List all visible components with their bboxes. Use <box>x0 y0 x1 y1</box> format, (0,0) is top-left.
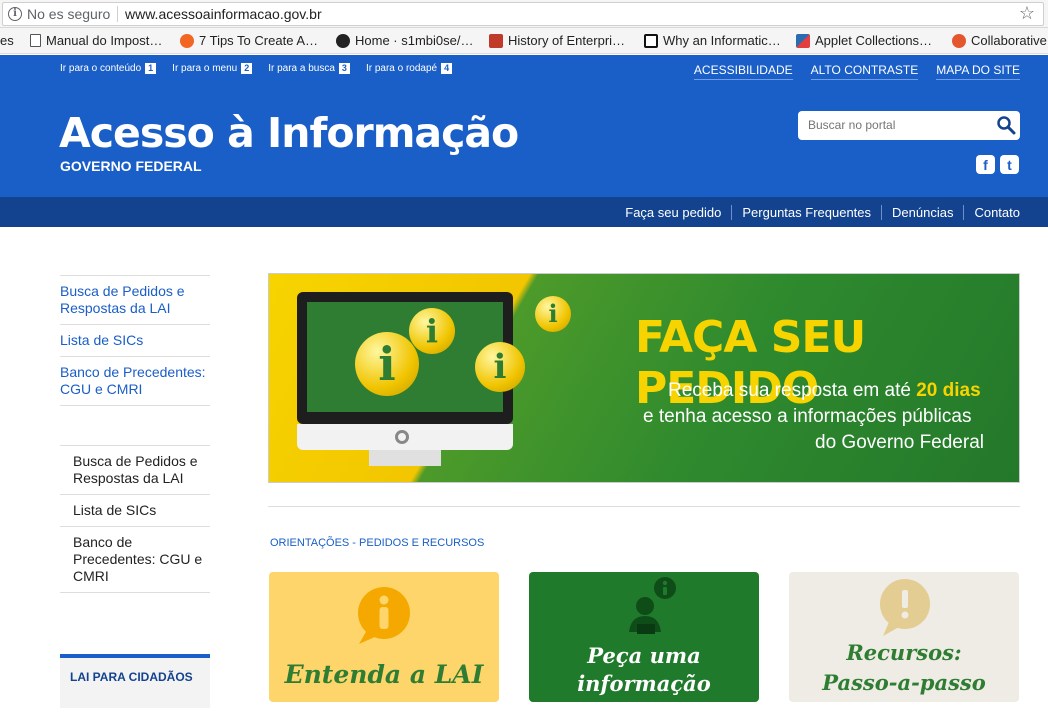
bookmark-label: Home · s1mbi0se/… <box>355 33 474 48</box>
security-status[interactable]: No es seguro <box>27 6 110 22</box>
banner-line-1: Receba sua resposta em até 20 dias <box>668 380 981 401</box>
divider <box>60 405 210 406</box>
bookmark-item[interactable]: Home · s1mbi0se/… <box>336 33 473 48</box>
sidebar-secondary: Busca de Pedidos e Respostas da LAI List… <box>60 445 210 593</box>
main-nav: Faça seu pedido Perguntas Frequentes Den… <box>0 197 1048 227</box>
twitter-icon[interactable]: t <box>1000 155 1019 174</box>
bookmarks-bar: es Manual do Impost… 7 Tips To Create A…… <box>0 28 1048 54</box>
sidebar-primary: Busca de Pedidos e Respostas da LAI List… <box>60 275 210 406</box>
browser-address-bar: i No es seguro www.acessoainformacao.gov… <box>0 0 1048 28</box>
lai-cidadaos-box[interactable]: LAI PARA CIDADÃOS <box>60 654 210 708</box>
bookmark-item[interactable]: Applet Collections… <box>796 33 932 48</box>
skip-links: Ir para o conteúdo 1 Ir para o menu 2 Ir p… <box>60 63 453 74</box>
info-bubble-icon: i <box>475 342 525 392</box>
sidebar-item-precedentes[interactable]: Banco de Precedentes: CGU e CMRI <box>60 356 210 405</box>
search-box <box>798 111 1020 140</box>
bookmark-item[interactable]: Collaborative <box>952 33 1047 48</box>
info-icon[interactable]: i <box>8 7 22 21</box>
url-text[interactable]: www.acessoainformacao.gov.br <box>125 6 322 22</box>
sidebar-item-precedentes[interactable]: Banco de Precedentes: CGU e CMRI <box>60 526 210 592</box>
bookmark-label: es <box>0 33 14 48</box>
bookmark-item[interactable]: Why an Informatic… <box>644 33 781 48</box>
divider <box>268 506 1020 507</box>
sidebar-item-sics[interactable]: Lista de SICs <box>60 324 210 356</box>
orange-face-icon <box>180 33 194 48</box>
facebook-icon[interactable]: f <box>976 155 995 174</box>
skip-link-footer[interactable]: Ir para o rodapé 4 <box>366 63 453 74</box>
accessibility-link[interactable]: ACESSIBILIDADE <box>693 63 793 80</box>
section-title: ORIENTAÇÕES - PEDIDOS E RECURSOS <box>270 537 485 549</box>
bookmark-item[interactable]: Manual do Impost… <box>30 33 162 48</box>
bookmark-item[interactable]: es <box>0 33 14 48</box>
hpi-icon <box>489 33 503 48</box>
bookmark-item[interactable]: History of Enterpri… <box>489 33 625 48</box>
social-links: f t <box>976 155 1019 174</box>
card-recursos[interactable]: Recursos: Passo-a-passo <box>789 572 1019 702</box>
k-icon <box>952 33 966 48</box>
sidebar-item-busca[interactable]: Busca de Pedidos e Respostas da LAI <box>60 275 210 324</box>
bookmark-label: Applet Collections… <box>815 33 933 48</box>
skip-link-search[interactable]: Ir para a busca 3 <box>268 63 350 74</box>
lai-cidadaos-title: LAI PARA CIDADÃOS <box>70 670 193 684</box>
info-icon <box>358 587 410 644</box>
site-header: Ir para o conteúdo 1 Ir para o menu 2 Ir p… <box>0 55 1048 197</box>
search-icon[interactable] <box>996 115 1016 135</box>
card-entenda-lai[interactable]: Entenda a LAI <box>269 572 499 702</box>
skip-link-menu[interactable]: Ir para o menu 2 <box>172 63 253 74</box>
url-field[interactable]: i No es seguro www.acessoainformacao.gov… <box>2 2 1044 26</box>
top-links: ACESSIBILIDADE ALTO CONTRASTE MAPA DO SI… <box>693 63 1020 80</box>
divider <box>117 6 118 22</box>
info-bubble-icon: i <box>409 308 455 354</box>
bookmark-label: 7 Tips To Create A… <box>199 33 318 48</box>
bookmark-label: Collaborative <box>971 33 1047 48</box>
bookmark-label: Manual do Impost… <box>46 33 163 48</box>
page-icon <box>30 34 41 47</box>
banner-line-3: do Governo Federal <box>815 432 984 453</box>
github-icon <box>336 33 350 48</box>
bookmark-label: History of Enterpri… <box>508 33 626 48</box>
site-title[interactable]: Acesso à Informação <box>59 109 519 157</box>
high-contrast-link[interactable]: ALTO CONTRASTE <box>810 63 919 80</box>
card-peca-informacao[interactable]: Peça uma informação <box>529 572 759 702</box>
card-label: Entenda a LAI <box>284 660 484 689</box>
card-label: Recursos: Passo-a-passo <box>822 640 986 695</box>
c-icon <box>644 33 658 48</box>
bookmark-item[interactable]: 7 Tips To Create A… <box>180 33 318 48</box>
nav-denuncias[interactable]: Denúncias <box>881 205 963 220</box>
person-info-icon <box>629 577 676 634</box>
alert-icon <box>880 579 930 636</box>
faca-pedido-banner[interactable]: i i i i FAÇA SEU PEDIDO Receba sua respo… <box>268 273 1020 483</box>
site-subtitle: GOVERNO FEDERAL <box>60 158 202 174</box>
divider <box>60 592 210 593</box>
bookmark-star-icon[interactable]: ☆ <box>1019 3 1035 24</box>
sitemap-link[interactable]: MAPA DO SITE <box>936 63 1020 80</box>
banner-line-2: e tenha acesso a informações públicas <box>643 406 972 427</box>
card-label: Peça uma informação <box>577 643 711 696</box>
sidebar-item-sics[interactable]: Lista de SICs <box>60 494 210 526</box>
applet-icon <box>796 33 810 48</box>
bookmark-label: Why an Informatic… <box>663 33 781 48</box>
info-bubble-icon: i <box>535 296 571 332</box>
info-bubble-icon: i <box>355 332 419 396</box>
skip-link-content[interactable]: Ir para o conteúdo 1 <box>60 63 157 74</box>
sidebar-item-busca[interactable]: Busca de Pedidos e Respostas da LAI <box>60 445 210 494</box>
search-input[interactable] <box>806 116 986 134</box>
nav-perguntas[interactable]: Perguntas Frequentes <box>731 205 881 220</box>
nav-contato[interactable]: Contato <box>963 205 1020 220</box>
nav-faca-pedido[interactable]: Faça seu pedido <box>615 205 731 220</box>
